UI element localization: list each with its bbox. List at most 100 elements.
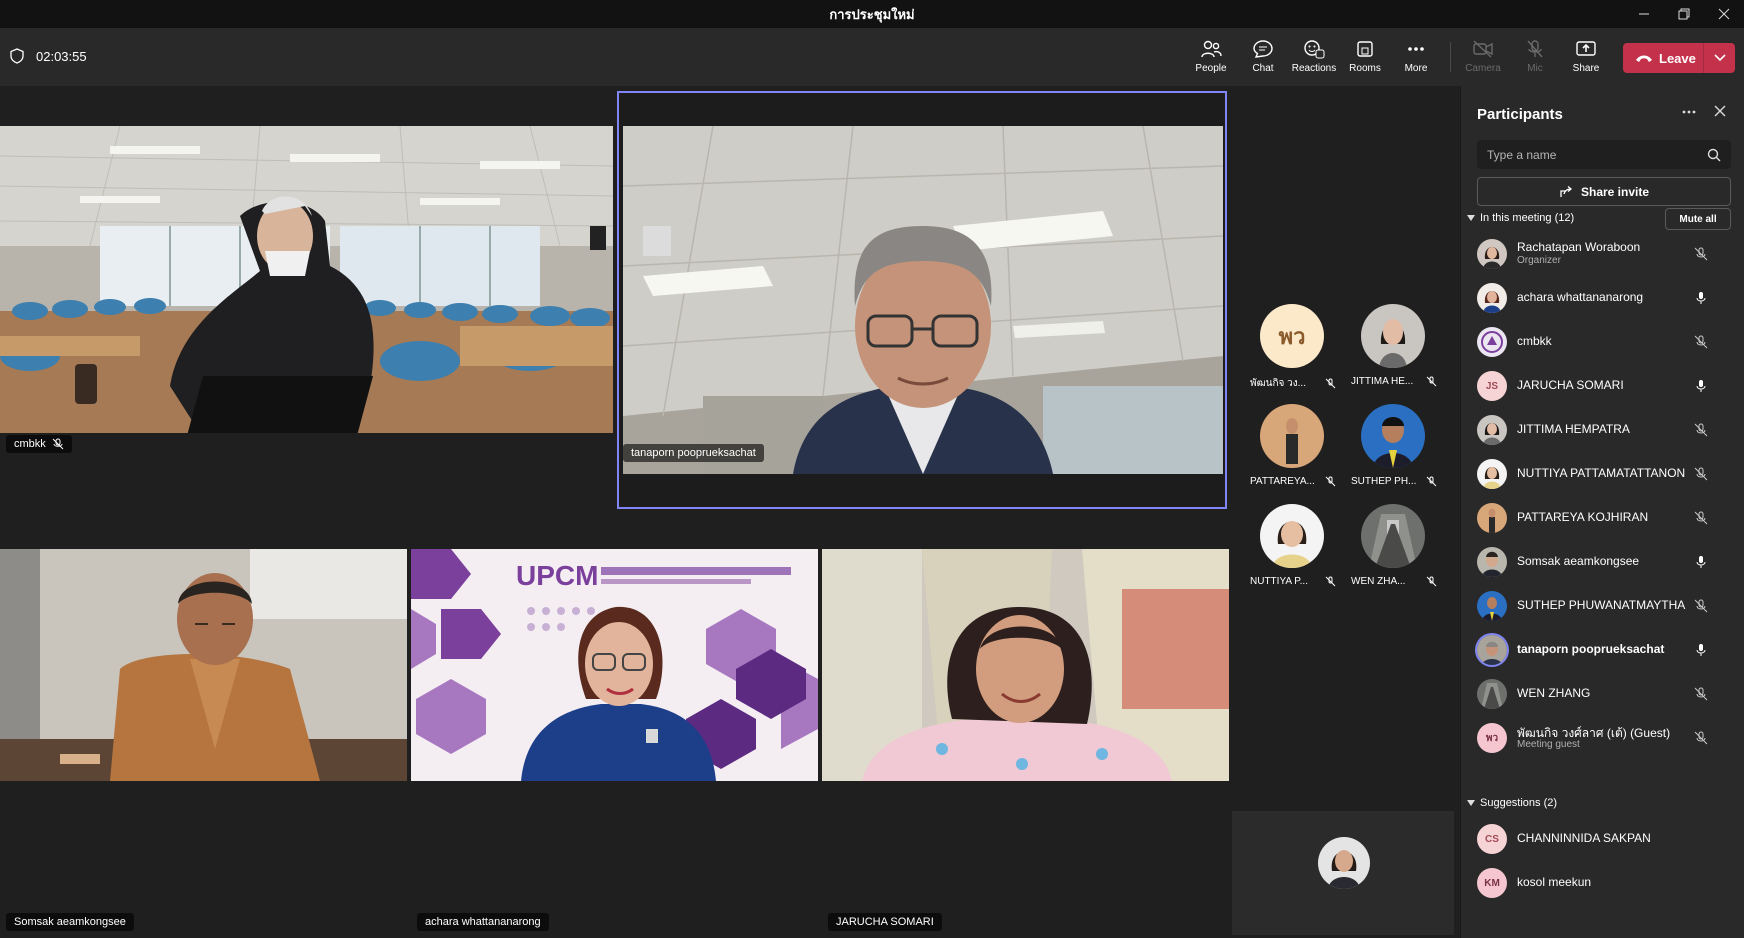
panel-title: Participants: [1477, 106, 1563, 123]
panel-more-button[interactable]: [1681, 104, 1697, 125]
mic-off-icon: [1325, 576, 1336, 587]
video-feed: [0, 549, 407, 781]
classroom-video-image: [0, 126, 613, 433]
in-meeting-section-toggle[interactable]: In this meeting (12): [1467, 212, 1574, 224]
people-button[interactable]: People: [1186, 37, 1236, 88]
participant-row[interactable]: WEN ZHANG: [1461, 672, 1744, 716]
participant-row[interactable]: พว พัฒนกิจ วงศ์ลาศ (เต้) (Guest) Meeting…: [1461, 716, 1744, 760]
mic-button[interactable]: Mic: [1510, 37, 1560, 81]
minimize-button[interactable]: [1624, 0, 1664, 28]
mic-off-icon: [1693, 334, 1709, 350]
participant-row[interactable]: JITTIMA HEMPATRA: [1461, 408, 1744, 452]
caret-down-icon: [1467, 800, 1475, 806]
mic-off-icon: [1693, 466, 1709, 482]
avatar: [1477, 503, 1507, 533]
share-screen-icon: [1576, 41, 1596, 56]
more-button[interactable]: More: [1391, 37, 1441, 81]
mic-off-icon: [1325, 476, 1336, 487]
participant-row[interactable]: achara whattananarong: [1461, 276, 1744, 320]
suggestion-row[interactable]: CS CHANNINNIDA SAKPAN: [1461, 817, 1744, 861]
mic-off-icon: [1426, 476, 1437, 487]
suggestion-list: CS CHANNINNIDA SAKPAN KM kosol meekun: [1461, 817, 1744, 905]
reactions-button[interactable]: Reactions: [1289, 37, 1339, 81]
video-feed: [623, 126, 1223, 474]
avatar: CS: [1477, 824, 1507, 854]
restore-button[interactable]: [1664, 0, 1704, 28]
share-button[interactable]: Share: [1561, 37, 1611, 81]
self-view[interactable]: [1232, 811, 1454, 935]
avatar: [1477, 239, 1507, 269]
participant-row[interactable]: NUTTIYA PATTAMATATTANON: [1461, 452, 1744, 496]
participant-search: [1477, 140, 1731, 169]
name-tag: tanaporn pooprueksachat: [623, 444, 764, 462]
leave-button-group: Leave: [1623, 43, 1735, 73]
participants-panel: Participants Share invite In this meetin…: [1460, 86, 1744, 938]
mini-tile-suthep[interactable]: SUTHEP PH...: [1349, 404, 1439, 499]
meeting-toolbar: 02:03:55 People Chat Reactions Rooms Mor…: [0, 28, 1744, 88]
mic-off-icon: [1693, 246, 1709, 262]
shield-icon: [10, 48, 24, 64]
avatar: [1477, 327, 1507, 357]
mini-tile-wen[interactable]: WEN ZHA...: [1349, 504, 1439, 599]
suggestion-row[interactable]: KM kosol meekun: [1461, 861, 1744, 905]
mic-on-icon: [1693, 554, 1709, 570]
mini-tile-jittima[interactable]: JITTIMA HE...: [1349, 304, 1439, 399]
teams-meeting-window: การประชุมใหม่ 02:03:55 People Chat React…: [0, 0, 1744, 938]
name-tag: JARUCHA SOMARI: [828, 913, 942, 931]
video-tile-achara[interactable]: UPCM achara whattananarong: [411, 514, 818, 938]
close-icon: [1718, 8, 1730, 20]
avatar: [1477, 635, 1507, 665]
video-tile-cmbkk[interactable]: cmbkk: [0, 86, 613, 458]
mic-off-icon: [1527, 40, 1543, 58]
avatar: [1260, 504, 1324, 568]
chat-button[interactable]: Chat: [1238, 37, 1288, 81]
mini-tile-guest[interactable]: พว พัฒนกิจ วง...: [1248, 304, 1338, 399]
camera-button[interactable]: Camera: [1458, 37, 1508, 81]
avatar: พว: [1260, 304, 1324, 368]
mini-tile-pattareya[interactable]: PATTAREYA...: [1248, 404, 1338, 499]
participant-row[interactable]: Somsak aeamkongsee: [1461, 540, 1744, 584]
suggestions-section-toggle[interactable]: Suggestions (2): [1467, 797, 1557, 809]
participant-search-input[interactable]: [1487, 147, 1687, 162]
mini-tile-nuttiya[interactable]: NUTTIYA P...: [1248, 504, 1338, 599]
participant-row[interactable]: PATTAREYA KOJHIRAN: [1461, 496, 1744, 540]
avatar: [1477, 283, 1507, 313]
share-icon: [1560, 185, 1572, 197]
avatar: KM: [1477, 868, 1507, 898]
share-invite-button[interactable]: Share invite: [1477, 177, 1731, 206]
chat-icon: [1253, 40, 1273, 58]
video-tile-somsak[interactable]: Somsak aeamkongsee: [0, 514, 407, 938]
achara-video-image: UPCM: [411, 549, 818, 781]
video-tile-tanaporn[interactable]: tanaporn pooprueksachat: [617, 91, 1227, 509]
rooms-icon: [1357, 41, 1373, 57]
reactions-icon: [1304, 40, 1325, 59]
avatar: พว: [1477, 723, 1507, 753]
participant-row-current[interactable]: tanaporn pooprueksachat: [1461, 628, 1744, 672]
mic-off-icon: [1426, 576, 1437, 587]
participant-row[interactable]: JS JARUCHA SOMARI: [1461, 364, 1744, 408]
avatar: [1260, 404, 1324, 468]
mic-off-icon: [1693, 686, 1709, 702]
avatar: [1477, 679, 1507, 709]
leave-options-button[interactable]: [1704, 54, 1735, 62]
hang-up-icon: [1636, 55, 1652, 62]
mic-off-icon: [52, 438, 64, 450]
title-bar: การประชุมใหม่: [0, 0, 1744, 28]
mic-on-icon: [1693, 378, 1709, 394]
video-stage: cmbkk tanaporn pooprueksachat Somsak aea…: [0, 86, 1460, 938]
video-feed: [822, 549, 1229, 781]
rooms-button[interactable]: Rooms: [1340, 37, 1390, 81]
search-icon[interactable]: [1707, 148, 1721, 162]
mic-off-icon: [1693, 422, 1709, 438]
leave-button[interactable]: Leave: [1623, 51, 1703, 66]
participant-row[interactable]: cmbkk: [1461, 320, 1744, 364]
mute-all-button[interactable]: Mute all: [1665, 208, 1731, 230]
participant-row[interactable]: Rachatapan Woraboon Organizer: [1461, 232, 1744, 276]
participant-row[interactable]: SUTHEP PHUWANATMAYTHA: [1461, 584, 1744, 628]
panel-close-button[interactable]: [1713, 104, 1727, 123]
close-window-button[interactable]: [1704, 0, 1744, 28]
caret-down-icon: [1467, 215, 1475, 221]
video-tile-jarucha[interactable]: JARUCHA SOMARI: [822, 514, 1229, 938]
speaker-video-image: [623, 126, 1223, 474]
mic-on-icon: [1693, 642, 1709, 658]
